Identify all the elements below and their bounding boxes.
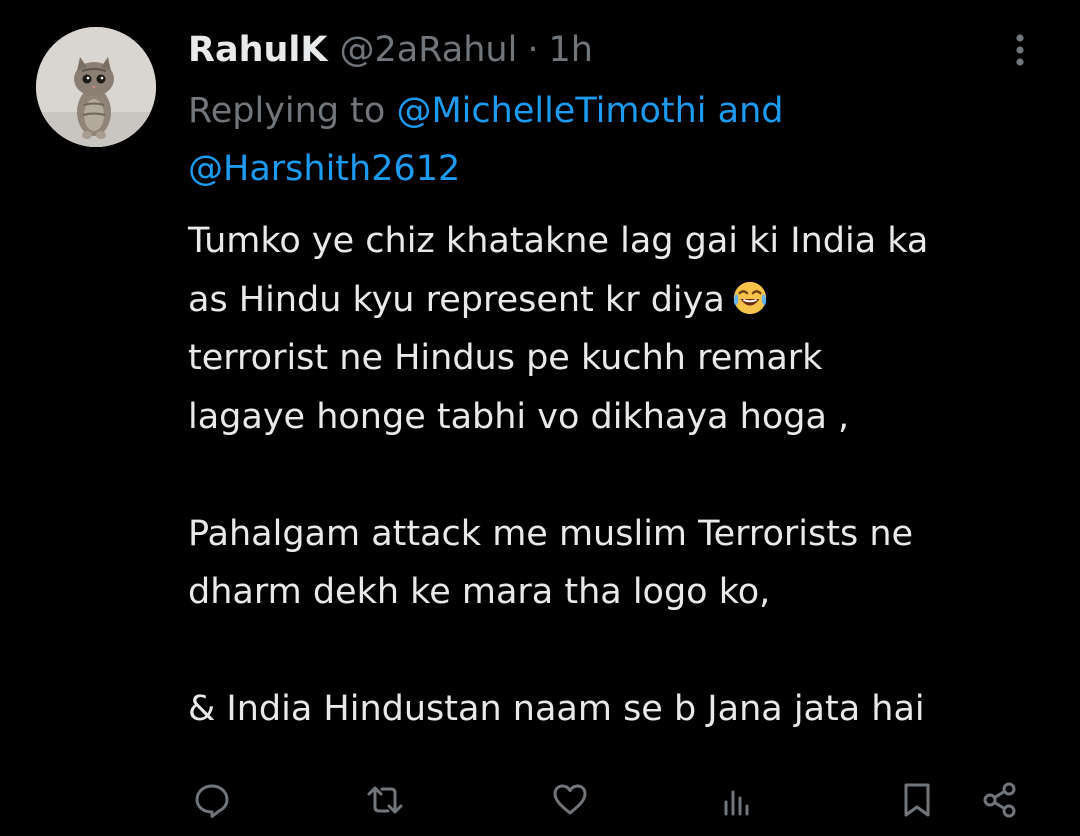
like-button[interactable] [545, 775, 595, 825]
face-with-tears-of-joy-emoji-icon [733, 281, 766, 314]
tweet-line: & India Hindustan naam se b Jana jata ha… [188, 689, 925, 729]
tweet-actions-bar [0, 775, 1080, 825]
user-handle[interactable]: @2aRahul [340, 22, 518, 78]
display-name[interactable]: RahulK [188, 22, 328, 78]
more-vertical-icon [1016, 34, 1024, 66]
views-icon [724, 790, 749, 816]
replying-to-label: Replying to [188, 91, 386, 131]
mention-link[interactable]: @Harshith2612 [188, 149, 460, 189]
retweet-button[interactable] [360, 775, 410, 825]
tweet-line-text: as Hindu kyu represent kr diya [188, 279, 725, 320]
tweet-text: Tumko ye chiz khatakne lag gai ki India … [188, 212, 1058, 739]
mention-link[interactable]: @MichelleTimothi [396, 91, 706, 131]
tweet-line: terrorist ne Hindus pe kuchh remark [188, 338, 823, 378]
share-icon [983, 782, 1016, 818]
reply-button[interactable] [187, 775, 237, 825]
more-options-button[interactable] [1000, 30, 1040, 70]
heart-icon [553, 784, 587, 815]
bookmark-button[interactable] [892, 775, 942, 825]
tweet-line: Pahalgam attack me muslim Terrorists ne [188, 513, 914, 554]
reply-icon [195, 784, 229, 818]
retweet-icon [367, 786, 403, 814]
bookmark-icon [904, 783, 930, 817]
avatar[interactable] [36, 27, 156, 147]
share-button[interactable] [975, 775, 1025, 825]
kitten-avatar-image [36, 27, 156, 147]
tweet-header: RahulK @2aRahul · 1h [188, 22, 593, 78]
mention-conjunction[interactable]: and [718, 91, 784, 131]
views-button[interactable] [712, 775, 762, 825]
tweet-line: dharm dekh ke mara tha logo ko, [188, 572, 771, 612]
replying-to: Replying to @MichelleTimothi and @Harshi… [188, 82, 1048, 198]
separator-dot: · [527, 30, 539, 70]
tweet-line: Tumko ye chiz khatakne lag gai ki India … [188, 221, 929, 261]
tweet-line: lagaye honge tabhi vo dikhaya hoga , [188, 396, 850, 437]
timestamp[interactable]: 1h [548, 22, 592, 78]
tweet-line-with-emoji: as Hindu kyu represent kr diya [188, 271, 1058, 330]
